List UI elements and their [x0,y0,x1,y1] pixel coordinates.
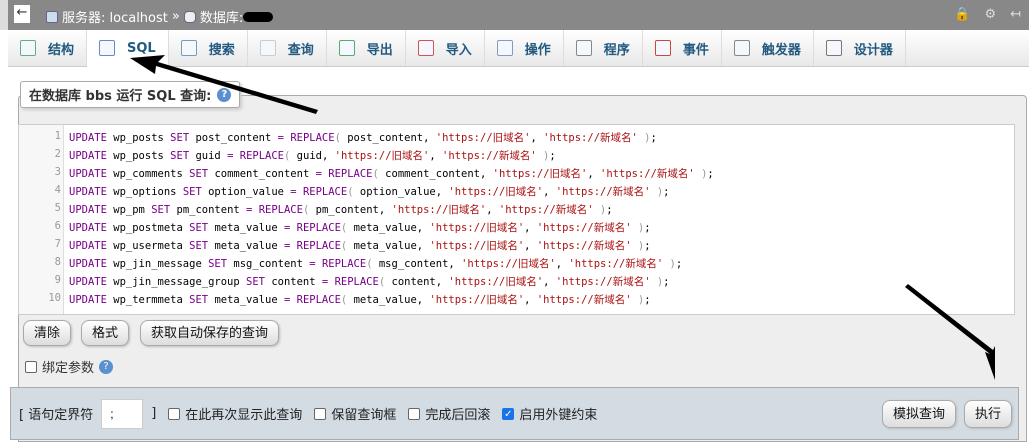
line-number: 2 [54,148,61,160]
export-icon [338,40,355,56]
tab-label: 程序 [603,42,630,58]
collapse-icon[interactable]: ↤ [1010,7,1021,22]
delimiter-label-close: ] [151,406,157,421]
line-number: 6 [54,220,61,232]
tab-search[interactable]: 搜索 [169,30,248,66]
code-line: UPDATE wp_options SET option_value = REP… [69,186,670,198]
import-icon [417,40,434,56]
show-query-again-checkbox[interactable] [168,407,181,420]
designer-icon [825,40,842,56]
database-icon [259,40,276,56]
line-gutter: 1 2 3 4 5 6 7 8 9 10 [19,125,64,314]
code-line: UPDATE wp_jin_message SET msg_content = … [69,258,683,270]
line-number: 8 [54,256,61,268]
bind-params-checkbox[interactable] [25,360,37,373]
line-number: 3 [54,166,61,178]
tab-clock[interactable]: 事件 [643,30,722,66]
help-icon[interactable]: ? [217,87,232,102]
simulate-query-button[interactable]: 模拟查询 [881,399,956,428]
rollback-checkbox[interactable] [408,407,421,420]
legend-text: 在数据库 bbs 运行 SQL 查询: [29,89,212,104]
structure-icon [20,40,36,56]
tab-label: SQL [127,40,156,56]
tab-database[interactable]: 查询 [248,30,327,66]
breadcrumb: 服务器: localhost » 数据库: [46,7,274,26]
tab-label: 操作 [524,42,551,58]
tab-wrench[interactable]: 操作 [485,30,564,66]
tab-label: 结构 [48,42,75,58]
breadcrumb-database[interactable]: 数据库: [200,7,243,26]
format-button[interactable]: 格式 [81,320,130,346]
bind-params-label: 绑定参数 [42,361,95,376]
gear-icon[interactable]: ⚙ [984,7,996,22]
breadcrumb-server[interactable]: 服务器: localhost [62,7,168,26]
delimiter-label: [ 语句定界符 [19,408,94,423]
fk-checks-checkbox[interactable]: ✓ [502,407,515,420]
tab-import[interactable]: 导入 [406,30,485,66]
routines-icon [575,40,592,56]
delimiter-input[interactable] [101,398,144,429]
help-icon[interactable]: ? [99,359,114,374]
back-arrow-icon[interactable]: ← [14,5,30,23]
retain-query-box-checkbox[interactable] [314,407,327,420]
go-button[interactable]: 执行 [963,399,1012,428]
tab-label: 搜索 [208,42,235,58]
clear-button[interactable]: 清除 [23,320,72,346]
redacted-mark [243,11,274,22]
tab-sql-scroll[interactable]: SQL [87,30,169,67]
trigger-icon [733,40,750,56]
line-number: 7 [54,238,61,250]
query-legend: 在数据库 bbs 运行 SQL 查询:? [20,81,241,108]
tab-label: 事件 [682,42,709,58]
clock-icon [654,40,671,56]
query-options-footer: [ 语句定界符 ] 在此再次显示此查询 保留查询框 完成后回滚 ✓启用外键约束 … [10,387,1019,440]
tab-trigger[interactable]: 触发器 [722,30,814,66]
code-line: UPDATE wp_postmeta SET meta_value = REPL… [69,222,651,234]
top-bar: ← 服务器: localhost » 数据库: 🔒 ⚙ ↤ [0,0,1029,30]
code-line: UPDATE wp_comments SET comment_content =… [69,168,714,180]
code-line: UPDATE wp_termmeta SET meta_value = REPL… [69,294,651,306]
sql-editor[interactable]: 1 2 3 4 5 6 7 8 9 10 UPDATE wp_posts SET post_cont… [18,124,1015,315]
code-line: UPDATE wp_posts SET guid = REPLACE( guid… [69,150,556,162]
fk-checks-label: 启用外键约束 [519,408,598,423]
tab-bar: 结构 SQL 搜索 查询 导出 导入 操作 程序 事件 触发器 设计器 [8,30,1029,67]
tab-structure[interactable]: 结构 [8,30,88,66]
rollback-label: 完成后回滚 [425,408,491,423]
tab-label: 导入 [445,42,472,58]
tab-label: 查询 [287,42,314,58]
line-number: 9 [54,274,61,286]
lock-icon[interactable]: 🔒 [954,7,970,22]
show-query-again-label: 在此再次显示此查询 [185,408,303,423]
get-autosaved-query-button[interactable]: 获取自动保存的查询 [140,320,280,346]
line-number: 5 [54,202,61,214]
tab-label: 触发器 [761,42,801,58]
wrench-icon [496,40,513,56]
code-line: UPDATE wp_pm SET pm_content = REPLACE( p… [69,204,613,216]
retain-query-box-label: 保留查询框 [331,408,397,423]
database-icon [183,10,196,23]
tab-designer[interactable]: 设计器 [814,30,906,66]
line-number: 4 [54,184,61,196]
tab-routines[interactable]: 程序 [564,30,643,66]
code-line: UPDATE wp_posts SET post_content = REPLA… [69,132,657,144]
tab-label: 设计器 [853,42,893,58]
server-icon [46,10,58,23]
code-line: UPDATE wp_jin_message_group SET content … [69,276,670,288]
sql-scroll-icon [99,40,116,56]
line-number: 10 [48,292,61,304]
tab-export[interactable]: 导出 [327,30,406,66]
search-icon [180,40,197,56]
code-line: UPDATE wp_usermeta SET meta_value = REPL… [69,240,651,252]
breadcrumb-separator: » [171,9,180,24]
line-number: 1 [54,130,61,142]
tab-label: 导出 [366,42,393,58]
